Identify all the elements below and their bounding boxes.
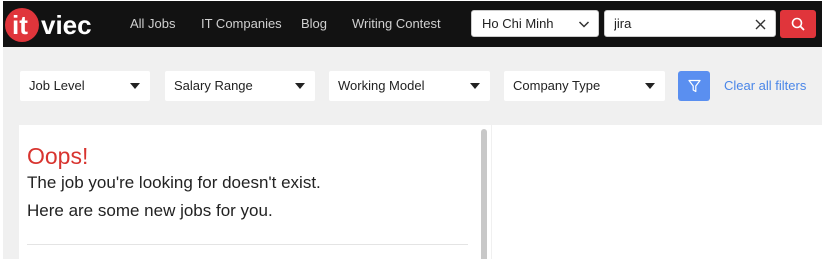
city-select-value: Ho Chi Minh <box>482 16 554 31</box>
filter-working-model-label: Working Model <box>338 78 425 93</box>
page-frame: it viec All Jobs IT Companies Blog Writi… <box>3 1 822 259</box>
clear-all-filters-link[interactable]: Clear all filters <box>724 78 806 93</box>
close-icon[interactable] <box>755 19 766 30</box>
empty-state-suggestion: Here are some new jobs for you. <box>27 201 273 220</box>
empty-state-message: The job you're looking for doesn't exist… <box>27 173 321 192</box>
top-navbar: it viec All Jobs IT Companies Blog Writi… <box>3 1 822 47</box>
caret-down-icon <box>130 83 140 89</box>
caret-down-icon <box>295 83 305 89</box>
filter-job-level-label: Job Level <box>29 78 85 93</box>
caret-down-icon <box>645 83 655 89</box>
filter-working-model[interactable]: Working Model <box>329 71 490 101</box>
divider <box>27 244 468 245</box>
filter-company-type[interactable]: Company Type <box>504 71 665 101</box>
chevron-down-icon <box>578 21 590 28</box>
job-detail-panel <box>492 125 822 259</box>
empty-state-title: Oops! <box>27 143 89 169</box>
logo-it-text: it <box>12 10 28 40</box>
caret-down-icon <box>470 83 480 89</box>
filter-salary-range-label: Salary Range <box>174 78 253 93</box>
city-select[interactable]: Ho Chi Minh <box>471 10 599 37</box>
filter-salary-range[interactable]: Salary Range <box>165 71 315 101</box>
search-icon <box>791 17 805 31</box>
search-button[interactable] <box>780 10 816 38</box>
itviec-logo[interactable]: it viec <box>3 4 115 44</box>
keyword-search-field[interactable] <box>604 10 776 37</box>
nav-writing-contest[interactable]: Writing Contest <box>352 15 441 33</box>
filter-company-type-label: Company Type <box>513 78 601 93</box>
logo-viec-text: viec <box>41 10 92 40</box>
filter-button[interactable] <box>678 71 710 101</box>
funnel-icon <box>688 79 701 93</box>
search-input[interactable] <box>614 15 744 32</box>
nav-it-companies[interactable]: IT Companies <box>201 15 282 33</box>
scrollbar-thumb[interactable] <box>481 129 487 259</box>
nav-all-jobs[interactable]: All Jobs <box>130 15 176 33</box>
filter-job-level[interactable]: Job Level <box>20 71 150 101</box>
job-list-panel: Oops! The job you're looking for doesn't… <box>19 125 491 259</box>
nav-blog[interactable]: Blog <box>301 15 327 33</box>
